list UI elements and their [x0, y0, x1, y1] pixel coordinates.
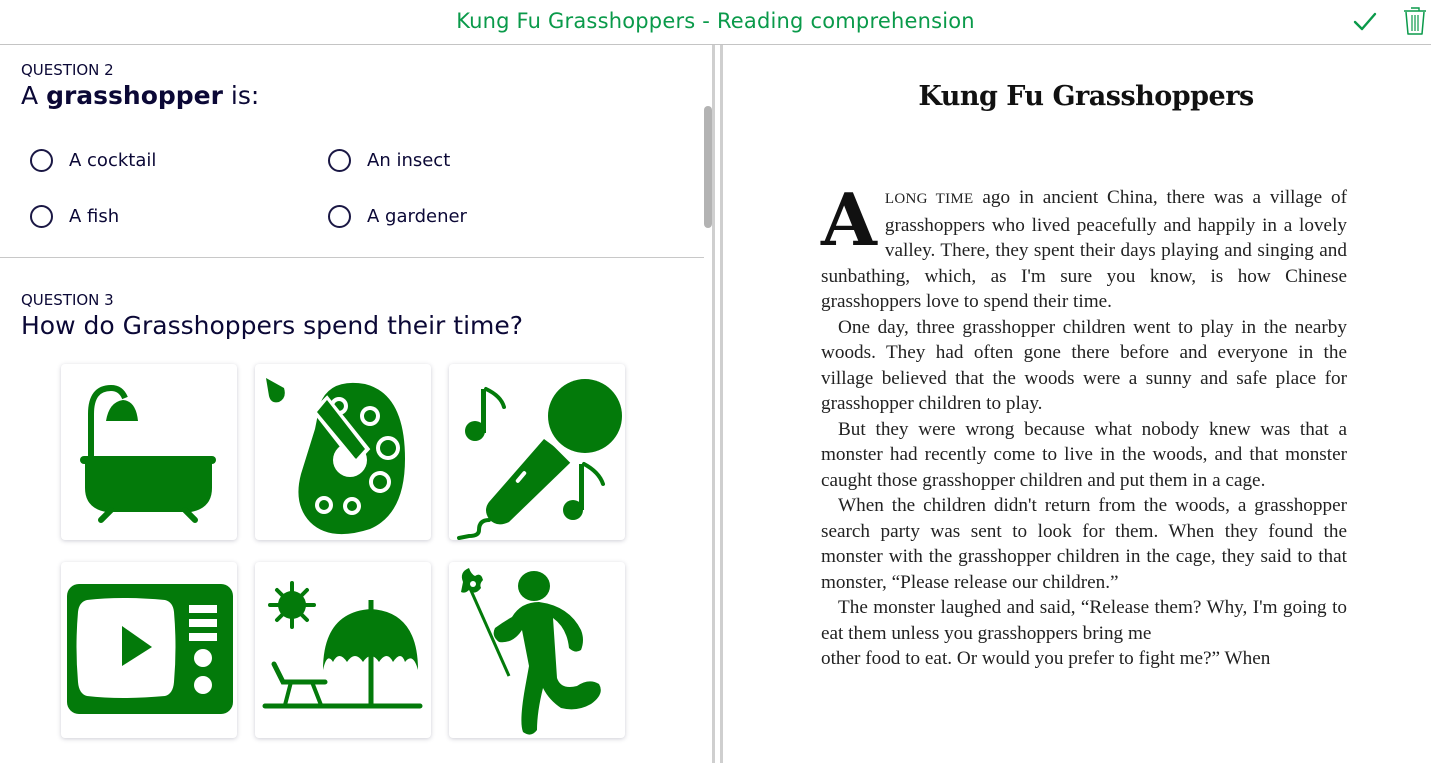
checkmark-icon[interactable]	[1352, 6, 1378, 36]
top-bar: Kung Fu Grasshoppers - Reading comprehen…	[0, 0, 1431, 45]
beach-umbrella-icon	[262, 581, 423, 709]
option-a-cocktail[interactable]: A cocktail	[30, 146, 156, 174]
option-label: A cocktail	[69, 149, 157, 171]
question-3-title: How do Grasshoppers spend their time?	[21, 311, 524, 340]
story-paragraph: But they were wrong because what nobody …	[821, 418, 1347, 491]
question-2-title-bold: grasshopper	[46, 81, 223, 110]
option-label: An insect	[367, 149, 451, 171]
story-paragraph-text: The monster laughed and said, “Release t…	[821, 597, 1347, 644]
bathtub-icon	[80, 384, 216, 523]
story-paragraph: When the children didn't return from the…	[821, 495, 1347, 593]
story-paragraph: One day, three grasshopper children went…	[821, 316, 1347, 415]
question-2-label: QUESTION 2	[21, 61, 114, 79]
image-option-beach[interactable]	[255, 562, 431, 738]
microphone-singing-icon	[457, 379, 622, 540]
image-option-bathtub[interactable]	[61, 364, 237, 540]
question-2-title-prefix: A	[21, 81, 47, 110]
question-separator	[0, 257, 704, 258]
image-option-palette[interactable]	[255, 364, 431, 540]
option-label: A fish	[69, 205, 120, 227]
option-a-gardener[interactable]: A gardener	[328, 202, 467, 230]
page-title: Kung Fu Grasshoppers - Reading comprehen…	[456, 9, 975, 33]
story-title: Kung Fu Grasshoppers	[918, 81, 1254, 112]
option-label: A gardener	[367, 205, 467, 227]
image-option-tv[interactable]	[61, 562, 237, 738]
questions-pane[interactable]: QUESTION 2 A grasshopper is: A cocktail …	[0, 45, 712, 763]
drop-cap: A	[821, 177, 877, 262]
image-option-microphone[interactable]	[449, 364, 625, 540]
radio-button[interactable]	[328, 148, 351, 172]
question-2-title-suffix: is:	[222, 81, 260, 110]
story-pane[interactable]: Kung Fu Grasshoppers A LONG TIME ago in a…	[723, 45, 1431, 763]
trash-icon[interactable]	[1402, 4, 1428, 36]
questions-scrollbar-thumb[interactable]	[704, 106, 712, 228]
paint-palette-icon	[266, 378, 405, 535]
playing-child-icon	[461, 568, 601, 735]
radio-button[interactable]	[30, 148, 53, 172]
question-3-label: QUESTION 3	[21, 291, 114, 309]
radio-button[interactable]	[328, 204, 351, 228]
image-option-playing[interactable]	[449, 562, 625, 738]
story-paragraph: A LONG TIME ago in ancient China, there w…	[821, 177, 1347, 315]
story-text: A LONG TIME ago in ancient China, there w…	[821, 177, 1347, 672]
option-a-fish[interactable]: A fish	[30, 202, 119, 230]
story-paragraph: The monster laughed and said, “Release t…	[821, 595, 1347, 672]
opening-smallcaps: LONG TIME	[884, 191, 974, 207]
tv-icon	[67, 584, 233, 714]
option-an-insect[interactable]: An insect	[328, 146, 450, 174]
question-2-title: A grasshopper is:	[21, 81, 259, 110]
pane-divider[interactable]	[712, 45, 715, 763]
story-paragraph-text: other food to eat. Or would you prefer t…	[821, 648, 1271, 669]
radio-button[interactable]	[30, 204, 53, 228]
